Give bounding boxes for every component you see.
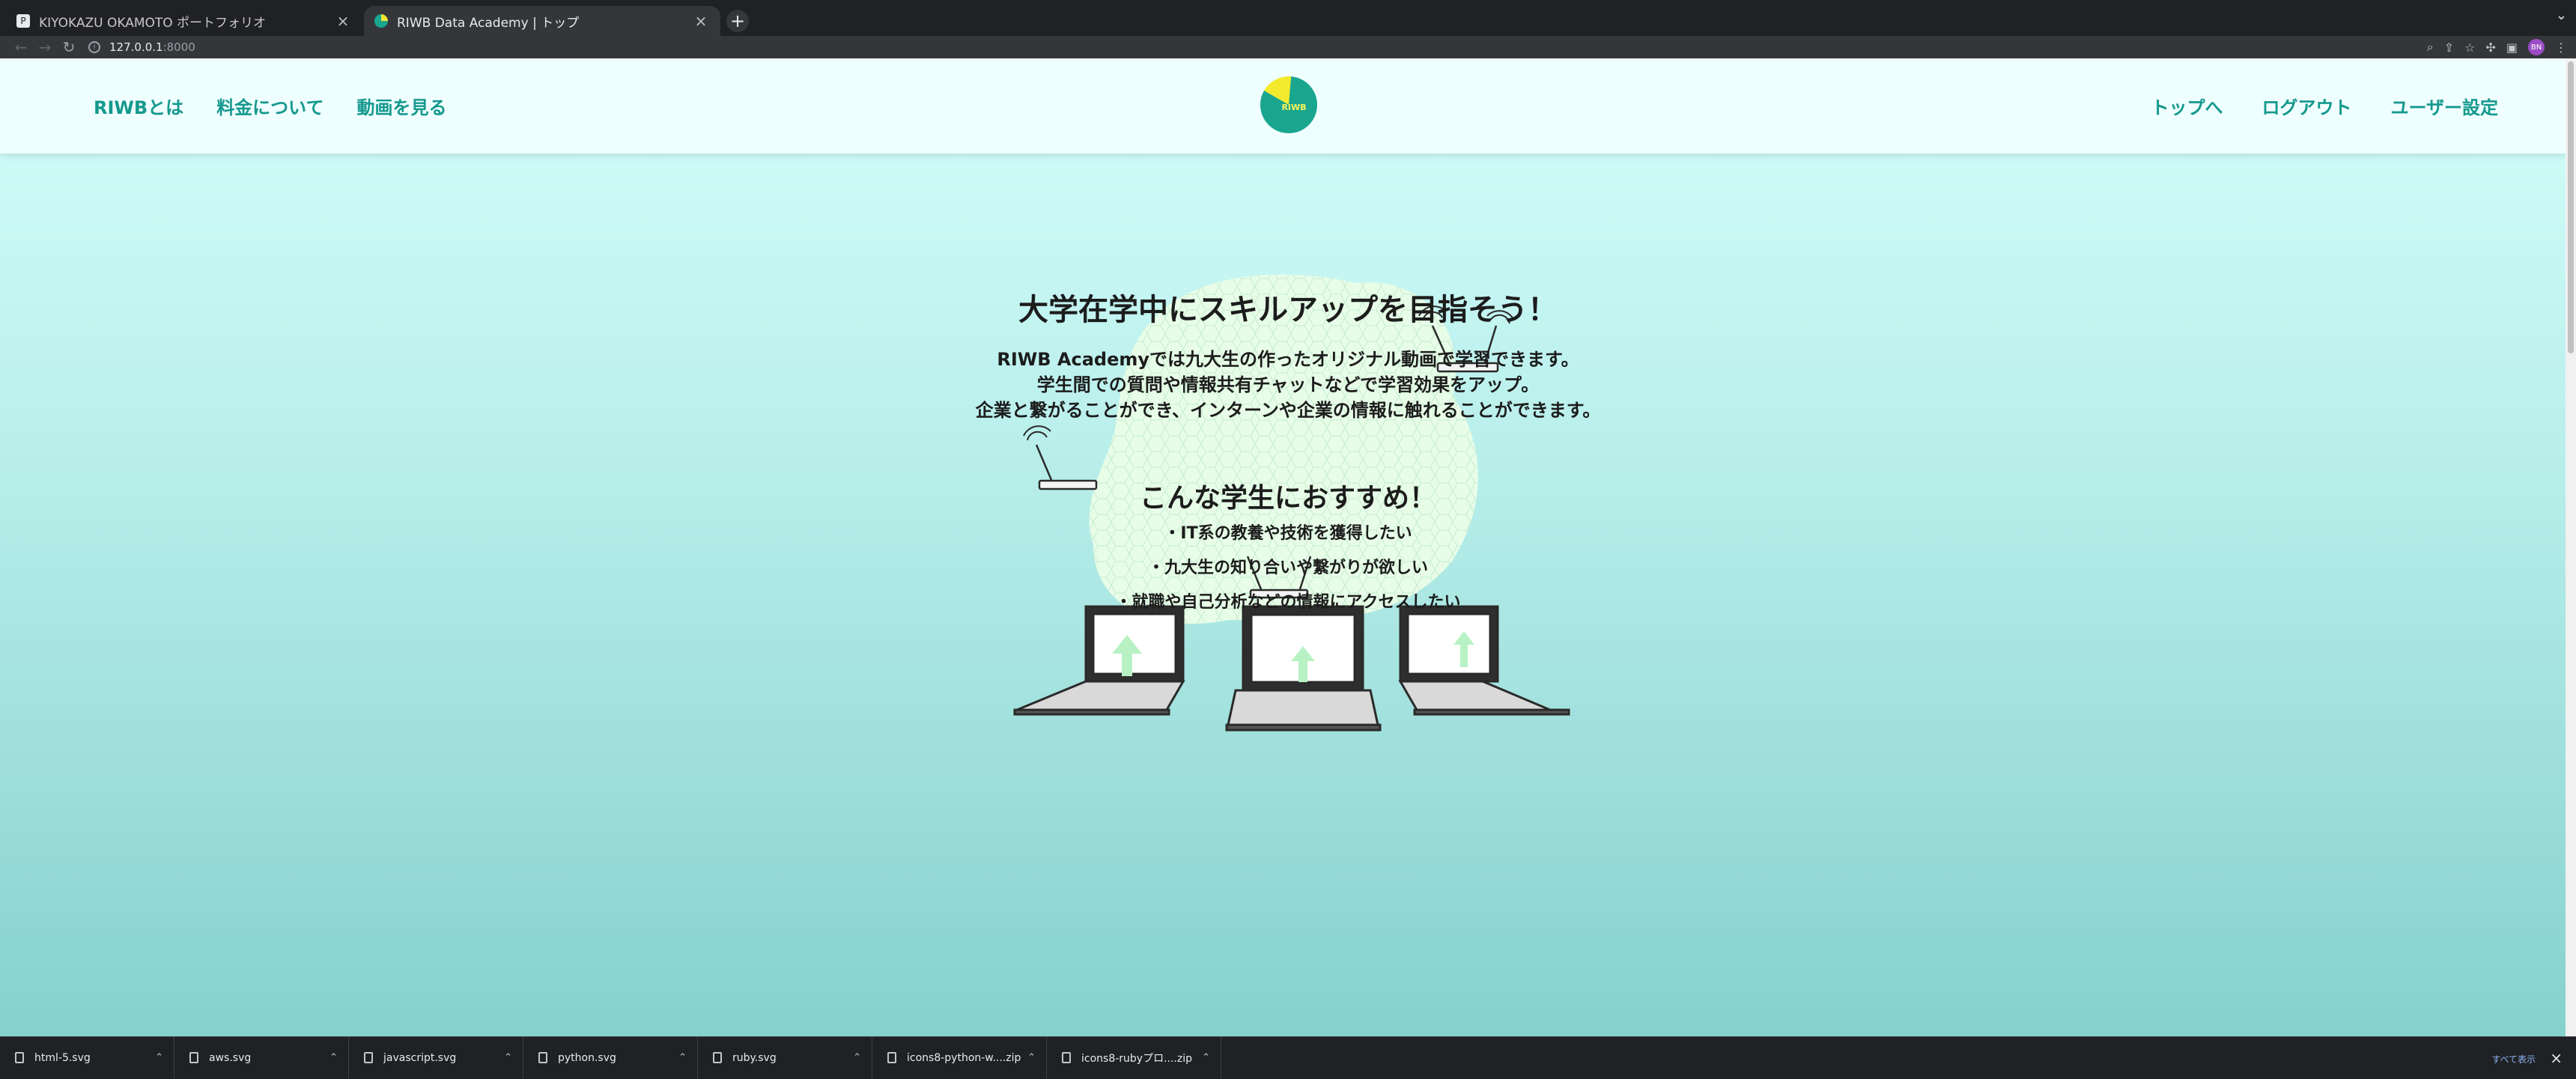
close-icon[interactable]: ×	[2550, 1049, 2563, 1067]
download-filename: ruby.svg	[732, 1051, 777, 1064]
chevron-up-icon[interactable]: ⌃	[853, 1052, 861, 1063]
file-icon	[364, 1052, 373, 1063]
browser-tab-portfolio[interactable]: P KIYOKAZU OKAMOTO ポートフォリオ ×	[6, 6, 362, 36]
nav-link-user-settings[interactable]: ユーザー設定	[2390, 93, 2498, 119]
next-section-heading-peek	[1063, 1026, 1513, 1036]
recommend-title: こんな学生におすすめ！	[1139, 483, 1436, 514]
download-item[interactable]: icons8-python-w....zip ⌃	[872, 1036, 1047, 1079]
share-icon[interactable]: ⇪	[2444, 40, 2454, 55]
recommend-list: ・IT系の教養や技術を獲得したい ・九大生の知り合いや繋がりが欲しい ・就職や自…	[839, 517, 1737, 620]
forward-icon[interactable]: →	[33, 38, 57, 56]
download-item[interactable]: ruby.svg ⌃	[698, 1036, 872, 1079]
hero-title: 大学在学中にスキルアップを目指そう！	[1018, 293, 1558, 327]
list-item: ・IT系の教養や技術を獲得したい	[1164, 524, 1412, 543]
profile-avatar[interactable]: BN	[2528, 39, 2545, 55]
hero-line: 企業と繋がることができ、インターンや企業の情報に触れることができます。	[975, 400, 1601, 421]
chevron-up-icon[interactable]: ⌃	[678, 1052, 687, 1063]
file-icon	[189, 1052, 198, 1063]
tab-title: RIWB Data Academy | トップ	[397, 15, 580, 31]
hero-line: RIWB Academyでは九大生の作ったオリジナル動画で学習できます。	[997, 349, 1579, 370]
download-item[interactable]: javascript.svg ⌃	[349, 1036, 523, 1079]
chevron-up-icon[interactable]: ⌃	[155, 1052, 163, 1063]
url-port: :8000	[162, 40, 195, 54]
side-panel-icon[interactable]: ▣	[2506, 40, 2518, 55]
toolbar-actions: ⌕ ⇪ ☆ ✣ ▣ BN ⋮	[2427, 39, 2567, 55]
file-icon	[15, 1052, 24, 1063]
document-icon: P	[16, 14, 30, 28]
scrollbar-thumb[interactable]	[2568, 61, 2574, 353]
menu-kebab-icon[interactable]: ⋮	[2555, 40, 2567, 55]
riwb-favicon-icon	[374, 14, 388, 28]
download-filename: html-5.svg	[34, 1051, 91, 1064]
hero-line: 学生間での質問や情報共有チャットなどで学習効果をアップ。	[1036, 374, 1540, 395]
logo-text: RIWB	[1281, 102, 1307, 112]
file-icon	[887, 1052, 896, 1063]
extensions-puzzle-icon[interactable]: ✣	[2485, 40, 2495, 55]
list-item: ・就職や自己分析などの情報にアクセスしたい	[1115, 593, 1461, 612]
browser-toolbar: ← → ↻ i 127.0.0.1:8000 ⌕ ⇪ ☆ ✣ ▣ BN ⋮	[0, 36, 2576, 58]
download-filename: aws.svg	[209, 1051, 252, 1064]
download-item[interactable]: icons8-rubyプロ....zip ⌃	[1047, 1036, 1221, 1079]
nav-link-top[interactable]: トップへ	[2151, 93, 2223, 119]
nav-link-about[interactable]: RIWBとは	[94, 93, 183, 119]
primary-nav: RIWBとは 料金について 動画を見る	[94, 93, 446, 119]
address-bar[interactable]: i 127.0.0.1:8000	[81, 37, 2427, 57]
chevron-up-icon[interactable]: ⌃	[329, 1052, 338, 1063]
chevron-up-icon[interactable]: ⌃	[1027, 1052, 1036, 1063]
file-icon	[538, 1052, 547, 1063]
download-filename: icons8-python-w....zip	[907, 1051, 1021, 1064]
riwb-logo[interactable]: RIWB	[1260, 76, 1317, 133]
nav-link-videos[interactable]: 動画を見る	[356, 93, 446, 119]
page-viewport: RIWBとは 料金について 動画を見る RIWB トップへ ログアウト ユーザー…	[0, 58, 2576, 1036]
back-icon[interactable]: ←	[9, 38, 33, 56]
close-tab-icon[interactable]: ×	[692, 12, 710, 30]
page-scrollbar[interactable]	[2566, 58, 2576, 1036]
file-icon	[1062, 1052, 1071, 1063]
account-nav: トップへ ログアウト ユーザー設定	[2151, 93, 2498, 119]
browser-tab-riwb[interactable]: RIWB Data Academy | トップ ×	[364, 6, 720, 36]
new-tab-button[interactable]: +	[726, 10, 749, 32]
chevron-up-icon[interactable]: ⌃	[1202, 1052, 1210, 1063]
site-info-icon[interactable]: i	[88, 41, 100, 53]
reload-icon[interactable]: ↻	[57, 38, 81, 56]
show-all-downloads-link[interactable]: すべて表示	[2491, 1053, 2536, 1066]
site-header: RIWBとは 料金について 動画を見る RIWB トップへ ログアウト ユーザー…	[0, 58, 2566, 154]
url-host: 127.0.0.1	[109, 40, 163, 54]
file-icon	[713, 1052, 722, 1063]
download-filename: python.svg	[558, 1051, 616, 1064]
close-tab-icon[interactable]: ×	[334, 12, 352, 30]
zoom-icon[interactable]: ⌕	[2427, 40, 2434, 55]
download-item[interactable]: html-5.svg ⌃	[0, 1036, 174, 1079]
downloads-shelf: html-5.svg ⌃ aws.svg ⌃ javascript.svg ⌃ …	[0, 1036, 2576, 1079]
list-item: ・九大生の知り合いや繋がりが欲しい	[1147, 559, 1428, 577]
tab-title: KIYOKAZU OKAMOTO ポートフォリオ	[39, 15, 267, 31]
tab-search-chevron-icon[interactable]: ⌄	[2556, 7, 2567, 23]
bookmark-star-icon[interactable]: ☆	[2464, 40, 2475, 55]
browser-tab-strip: P KIYOKAZU OKAMOTO ポートフォリオ × RIWB Data A…	[0, 0, 2576, 36]
download-filename: icons8-rubyプロ....zip	[1081, 1052, 1193, 1065]
chevron-up-icon[interactable]: ⌃	[504, 1052, 512, 1063]
download-item[interactable]: python.svg ⌃	[523, 1036, 698, 1079]
download-filename: javascript.svg	[383, 1051, 457, 1064]
hero-description: RIWB Academyでは九大生の作ったオリジナル動画で学習できます。 学生間…	[839, 347, 1737, 423]
nav-link-logout[interactable]: ログアウト	[2261, 93, 2351, 119]
nav-link-pricing[interactable]: 料金について	[216, 93, 323, 119]
download-item[interactable]: aws.svg ⌃	[174, 1036, 349, 1079]
